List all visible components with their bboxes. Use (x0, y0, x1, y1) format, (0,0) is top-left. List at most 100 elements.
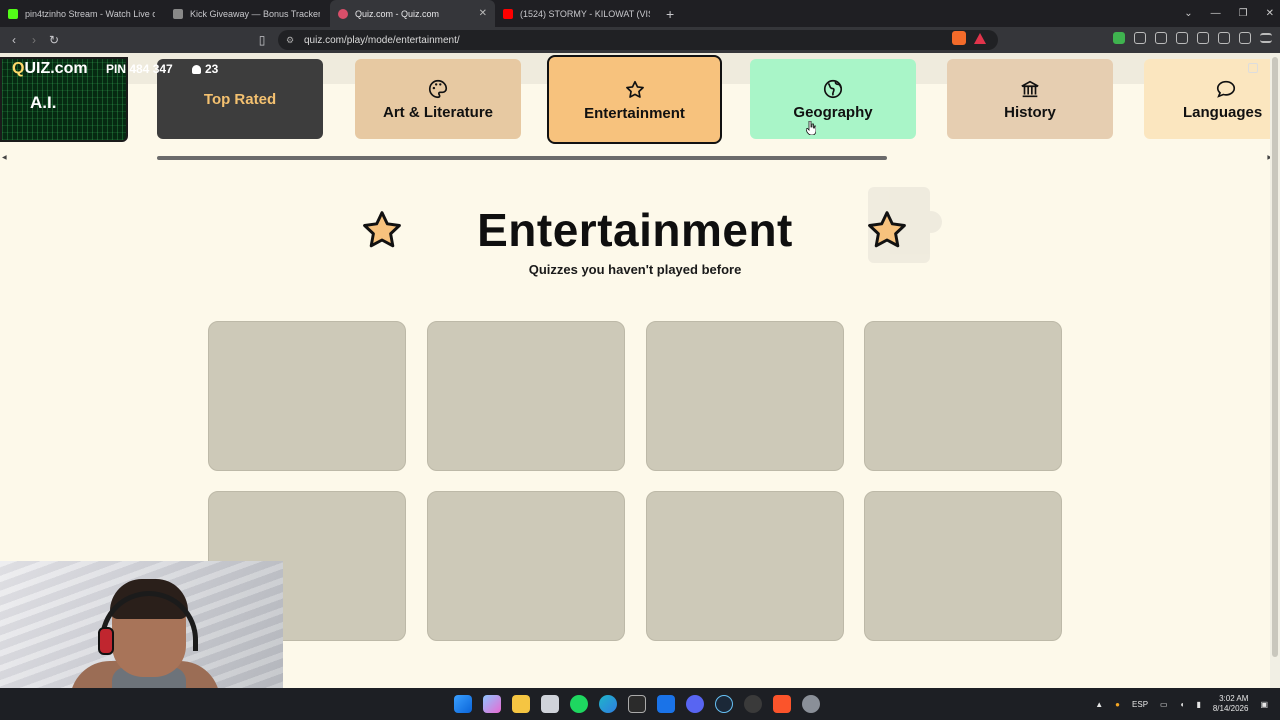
game-pin: PIN 484 347 (106, 62, 173, 76)
tray-chevron-icon[interactable]: ▲ (1095, 700, 1103, 709)
url-text: quiz.com/play/mode/entertainment/ (304, 34, 460, 46)
restore-icon[interactable]: ❐ (1239, 8, 1248, 19)
tab-label: pin4tzinho Stream - Watch Live on Ki (25, 8, 155, 19)
reload-icon[interactable]: ↻ (44, 33, 64, 47)
bookmark-icon[interactable]: ▯ (252, 33, 272, 47)
brave-shield-icon[interactable] (952, 31, 966, 45)
steam-icon[interactable] (715, 695, 733, 713)
tab-quiz[interactable]: Quiz.com - Quiz.com ✕ (330, 0, 495, 27)
mouse-cursor-icon (806, 121, 816, 135)
microphone-icon[interactable]: ● (1115, 700, 1120, 709)
puzzle-extension-icon[interactable] (1134, 32, 1146, 44)
vertical-scrollbar[interactable] (1270, 53, 1280, 688)
menu-icon[interactable] (1260, 33, 1272, 43)
forward-icon[interactable]: › (24, 33, 44, 47)
tab-label: Quiz.com - Quiz.com (355, 8, 440, 19)
vpn-shield-icon[interactable] (1239, 32, 1251, 44)
palette-icon (429, 79, 448, 99)
webcam-overlay (0, 561, 283, 688)
bonus-tracker-favicon-icon (173, 8, 183, 19)
clock-date: 8/14/2026 (1212, 704, 1249, 713)
quiz-card-placeholder[interactable] (646, 491, 844, 641)
tab-kick-giveaway[interactable]: Kick Giveaway — Bonus Tracker | Bo (165, 0, 330, 27)
copilot-icon[interactable] (483, 695, 501, 713)
quiz-card-placeholder[interactable] (864, 321, 1062, 471)
youtube-favicon-icon (503, 8, 513, 19)
site-info-icon[interactable]: ⚙ (286, 35, 296, 45)
tab-label: Kick Giveaway — Bonus Tracker | Bo (190, 8, 320, 19)
sidebar-icon[interactable] (1176, 32, 1188, 44)
tab-list-chevron-icon[interactable]: ⌄ (1184, 8, 1192, 19)
language-indicator[interactable]: ESP (1132, 700, 1148, 709)
discord-icon[interactable] (686, 695, 704, 713)
scrollbar-thumb[interactable] (1272, 57, 1278, 657)
brave-icons (952, 31, 986, 45)
taskbar-apps (454, 695, 820, 713)
outlook-icon[interactable] (657, 695, 675, 713)
extension-icons (1113, 32, 1272, 44)
player-count-value: 23 (205, 62, 219, 76)
brave-browser-icon[interactable] (773, 695, 791, 713)
star-icon (625, 80, 644, 98)
scroll-left-icon[interactable]: ◀ (2, 154, 7, 161)
category-geography[interactable]: Geography (750, 59, 916, 139)
globe-icon (823, 79, 843, 99)
new-tab-button[interactable]: + (666, 6, 674, 22)
category-entertainment[interactable]: Entertainment (547, 55, 722, 144)
museum-icon (1021, 80, 1039, 98)
epic-games-icon[interactable] (628, 695, 646, 713)
address-bar[interactable]: ⚙ quiz.com/play/mode/entertainment/ (278, 30, 998, 50)
quiz-card-placeholder[interactable] (427, 491, 625, 641)
category-label: Geography (793, 104, 873, 121)
logo-text: QUIZ.com (12, 60, 88, 77)
page-title: Entertainment (477, 204, 793, 256)
quiz-favicon-icon (338, 8, 348, 19)
headset-earcup (98, 627, 114, 655)
quiz-logo[interactable]: QUIZ.com (12, 60, 88, 78)
tab-label: (1524) STORMY - KILOWAT (VISUALI (520, 8, 650, 19)
category-label: Art & Literature (382, 104, 494, 121)
brave-rewards-icon[interactable] (974, 33, 986, 44)
close-icon[interactable]: ✕ (479, 8, 487, 19)
volume-icon[interactable]: ◖ (1180, 700, 1185, 709)
quiz-card-placeholder[interactable] (864, 491, 1062, 641)
player-count: 23 (192, 62, 218, 76)
category-scrollbar[interactable] (157, 156, 887, 160)
clock[interactable]: 3:02 AM 8/14/2026 (1213, 694, 1249, 714)
battery-icon[interactable]: ▮ (1196, 700, 1200, 709)
wallet-icon[interactable] (1197, 32, 1209, 44)
settings-icon[interactable] (802, 695, 820, 713)
category-label: History (1004, 104, 1056, 121)
windows-start-icon[interactable] (454, 695, 472, 713)
category-languages[interactable]: Languages (1144, 59, 1280, 139)
file-explorer-icon[interactable] (512, 695, 530, 713)
puzzle-icon[interactable] (1248, 63, 1258, 73)
category-art-literature[interactable]: Art & Literature (355, 59, 521, 139)
obs-icon[interactable] (744, 695, 762, 713)
clock-time: 3:02 AM (1219, 694, 1249, 703)
category-label: Top Rated (203, 90, 277, 108)
page-subtitle: Quizzes you haven't played before (528, 262, 742, 277)
logo-accent-letter: Q (12, 60, 25, 77)
browser-toolbar: ‹ › ↻ ▯ ⚙ quiz.com/play/mode/entertainme… (0, 27, 1280, 53)
spotify-icon[interactable] (570, 695, 588, 713)
quiz-card-placeholder[interactable] (208, 321, 406, 471)
minimize-icon[interactable]: — (1211, 8, 1221, 19)
player-icon (192, 65, 201, 74)
music-icon[interactable] (1155, 32, 1167, 44)
category-history[interactable]: History (947, 59, 1113, 139)
quiz-card-placeholder[interactable] (427, 321, 625, 471)
back-icon[interactable]: ‹ (4, 33, 24, 47)
extension-icon[interactable] (1113, 32, 1125, 44)
os-taskbar: ▲ ● ESP ▭ ◖ ▮ 3:02 AM 8/14/2026 ▣ (0, 688, 1280, 720)
close-window-icon[interactable]: ✕ (1266, 8, 1274, 19)
quiz-card-placeholder[interactable] (646, 321, 844, 471)
network-icon[interactable]: ▭ (1160, 700, 1168, 709)
category-top-rated[interactable]: Top Rated (157, 59, 323, 139)
calculator-icon[interactable] (541, 695, 559, 713)
notification-icon[interactable]: ▣ (1260, 700, 1268, 709)
tab-youtube[interactable]: (1524) STORMY - KILOWAT (VISUALI (495, 0, 660, 27)
tab-kick-stream[interactable]: pin4tzinho Stream - Watch Live on Ki (0, 0, 165, 27)
edge-icon[interactable] (599, 695, 617, 713)
leo-ai-icon[interactable] (1218, 32, 1230, 44)
